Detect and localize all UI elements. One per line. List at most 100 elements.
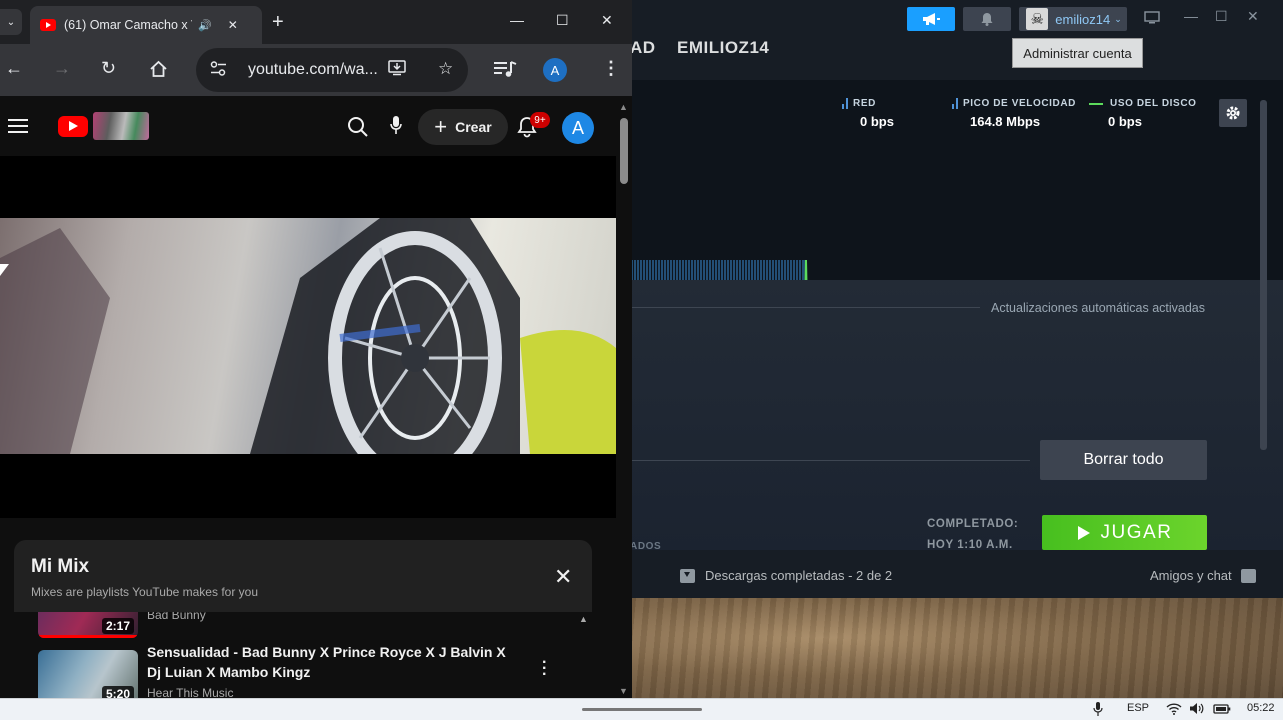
nav-item-library[interactable]: AD	[630, 38, 656, 58]
announcements-button[interactable]	[907, 7, 955, 31]
back-icon[interactable]: ←	[5, 58, 23, 79]
volume-icon[interactable]	[1189, 702, 1204, 715]
more-menu-icon[interactable]: ⋮	[602, 58, 620, 79]
clock-time[interactable]: 05:22	[1247, 702, 1275, 714]
megaphone-icon	[923, 13, 940, 25]
browser-toolbar: ← → ↻ youtube.com/wa... ☆ A ⋮	[0, 44, 632, 96]
taskbar: ESP 05:22	[0, 698, 1283, 720]
search-icon[interactable]	[347, 116, 369, 138]
chevron-down-icon: ⌄	[1114, 13, 1122, 24]
steam-scrollbar[interactable]	[1260, 100, 1267, 450]
youtube-doodle[interactable]	[93, 112, 149, 140]
notification-badge: 9+	[530, 112, 550, 128]
divider	[630, 460, 1030, 461]
site-info-icon[interactable]	[210, 61, 227, 76]
chrome-window: ⌄ (61) Omar Camacho x Vi 🔊 ✕ + — ☐ ✕ ← →…	[0, 0, 632, 698]
youtube-logo[interactable]	[58, 116, 88, 137]
close-icon[interactable]: ✕	[601, 12, 613, 29]
battery-icon[interactable]	[1213, 702, 1231, 715]
tab-strip: ⌄ (61) Omar Camacho x Vi 🔊 ✕ + — ☐ ✕	[0, 0, 632, 44]
youtube-page: + Crear 9+ A Mi Mix Mixes are playlists …	[0, 96, 616, 698]
play-icon	[1077, 525, 1090, 540]
url-text: youtube.com/wa...	[248, 61, 378, 78]
maximize-icon[interactable]: ☐	[1215, 8, 1228, 25]
friends-chat-button[interactable]: Amigos y chat	[1150, 568, 1256, 583]
minimize-icon[interactable]: —	[510, 12, 524, 28]
notifications-button[interactable]	[963, 7, 1011, 31]
new-tab-button[interactable]: +	[272, 11, 284, 34]
youtube-header: + Crear 9+ A	[0, 96, 616, 156]
taskbar-handle[interactable]	[582, 708, 702, 711]
video-player[interactable]	[0, 156, 616, 518]
microphone-icon[interactable]	[390, 115, 402, 135]
downloads-header: RED 0 bps PICO DE VELOCIDAD 164.8 Mbps U…	[630, 80, 1283, 358]
big-picture-icon[interactable]	[1144, 11, 1160, 24]
reload-icon[interactable]: ↻	[101, 58, 116, 79]
bars-icon	[952, 98, 958, 109]
video-frame-image	[0, 218, 616, 454]
downloads-status-button[interactable]: Descargas completadas - 2 de 2	[680, 568, 892, 583]
media-controls-icon[interactable]	[493, 60, 517, 78]
scroll-up-arrow-icon[interactable]: ▲	[619, 102, 628, 112]
speaker-icon[interactable]: 🔊	[198, 19, 212, 32]
install-app-icon[interactable]	[388, 60, 406, 76]
desktop-wallpaper	[630, 598, 1283, 698]
steam-window: ☠ emilioz14 ⌄ — ☐ ✕ AD EMILIOZ14 Adminis…	[630, 0, 1283, 598]
plus-icon: +	[434, 114, 448, 139]
download-icon	[680, 568, 695, 583]
tab-youtube[interactable]: (61) Omar Camacho x Vi 🔊 ✕	[30, 6, 262, 44]
tab-title: (61) Omar Camacho x Vi	[64, 18, 192, 32]
list-item-title[interactable]: Sensualidad - Bad Bunny X Prince Royce X…	[147, 642, 517, 682]
play-button[interactable]: JUGAR	[1042, 515, 1207, 550]
account-name: emilioz14	[1055, 11, 1111, 27]
steam-titlebar: ☠ emilioz14 ⌄ — ☐ ✕	[630, 0, 1283, 36]
completed-label: COMPLETADO:	[927, 518, 1019, 530]
list-item-artist[interactable]: Hear This Music	[147, 686, 233, 698]
close-icon[interactable]: ✕	[554, 564, 572, 590]
video-thumbnail[interactable]: 2:17	[38, 612, 138, 638]
video-frame	[0, 218, 616, 454]
bookmark-star-icon[interactable]: ☆	[438, 59, 453, 79]
settings-gear-button[interactable]	[1219, 99, 1247, 127]
friends-chat-label: Amigos y chat	[1150, 568, 1232, 583]
page-scrollbar[interactable]: ▲ ▼	[616, 96, 632, 698]
bell-icon	[981, 13, 993, 26]
youtube-favicon-icon	[40, 19, 56, 31]
mix-subtitle: Mixes are playlists YouTube makes for yo…	[31, 585, 258, 599]
address-bar[interactable]: youtube.com/wa... ☆	[196, 48, 468, 92]
more-actions-icon[interactable]: · · ·	[542, 655, 547, 683]
create-button[interactable]: + Crear	[418, 109, 508, 145]
tab-close-icon[interactable]: ✕	[228, 18, 238, 32]
stat-network-value: 0 bps	[860, 114, 894, 129]
maximize-icon[interactable]: ☐	[556, 12, 569, 29]
stat-disk-usage-value: 0 bps	[1108, 114, 1142, 129]
home-icon[interactable]	[149, 60, 168, 78]
friends-icon	[1240, 568, 1256, 583]
scroll-up-arrow-icon[interactable]: ▲	[579, 614, 588, 624]
steam-nav: AD EMILIOZ14	[630, 36, 1283, 80]
stat-network: RED 0 bps	[842, 98, 894, 129]
profile-avatar-button[interactable]: A	[543, 58, 567, 82]
clear-all-button[interactable]: Borrar todo	[1040, 440, 1207, 480]
scroll-down-arrow-icon[interactable]: ▼	[619, 686, 628, 696]
close-icon[interactable]: ✕	[1247, 8, 1259, 25]
account-menu-button[interactable]: ☠ emilioz14 ⌄	[1019, 7, 1127, 31]
duration-badge: 5:20	[101, 686, 134, 698]
avatar[interactable]: A	[562, 112, 594, 144]
microphone-icon[interactable]	[1093, 701, 1103, 717]
video-thumbnail[interactable]: 5:20	[38, 650, 138, 698]
input-language[interactable]: ESP	[1127, 702, 1149, 714]
minimize-icon[interactable]: —	[1184, 8, 1198, 24]
avatar: ☠	[1026, 8, 1049, 30]
forward-icon[interactable]: →	[53, 58, 71, 79]
menu-icon[interactable]	[8, 119, 28, 133]
wifi-icon[interactable]	[1166, 702, 1182, 715]
account-tooltip: Administrar cuenta	[1012, 38, 1143, 68]
play-button-label: JUGAR	[1100, 521, 1173, 543]
mix-playlist: 2:17 Bad Bunny ▲ 5:20 Sensualidad - Bad …	[14, 612, 592, 698]
nav-item-profile[interactable]: EMILIOZ14	[677, 38, 769, 58]
scrollbar-thumb[interactable]	[620, 118, 628, 184]
steam-footer: Descargas completadas - 2 de 2 Amigos y …	[630, 550, 1283, 598]
duration-badge: 2:17	[101, 618, 134, 634]
tab-search-button[interactable]: ⌄	[0, 9, 22, 35]
